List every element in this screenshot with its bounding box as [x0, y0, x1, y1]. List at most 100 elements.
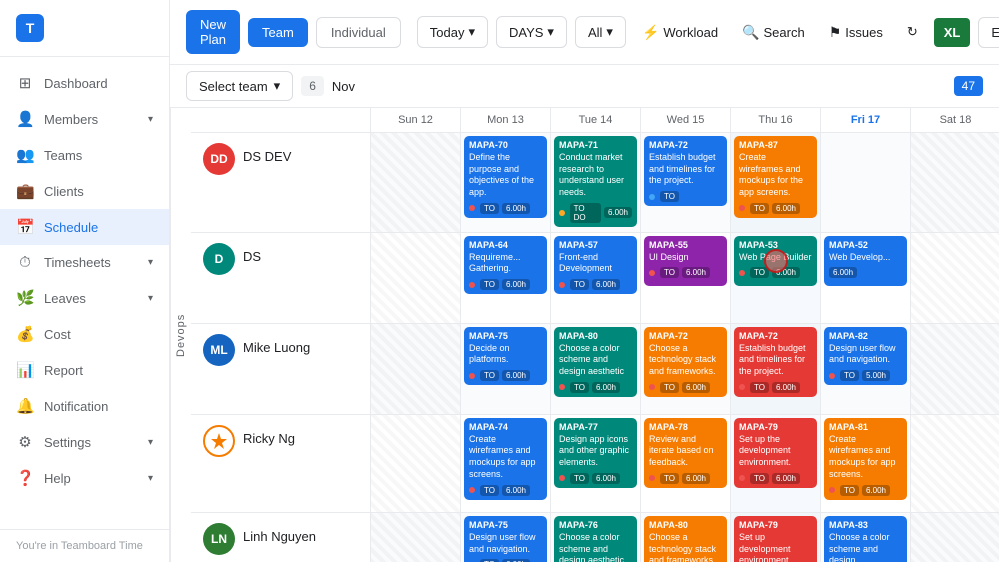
task-title: Choose a color scheme and design aesthet… — [559, 343, 632, 378]
task-card[interactable]: MAPA-72 Establish budget and timelines f… — [734, 327, 817, 397]
today-button[interactable]: Today ▾ — [417, 16, 488, 48]
task-card[interactable]: MAPA-82 Design user flow and navigation.… — [824, 327, 907, 385]
status-indicator — [469, 487, 475, 493]
task-id: MAPA-82 — [829, 331, 902, 341]
task-tag: TO — [750, 473, 769, 484]
chevron-down-icon: ▾ — [606, 24, 613, 40]
grid-cell — [911, 233, 999, 323]
task-card[interactable]: MAPA-79 Set up development environment. … — [734, 516, 817, 562]
sidebar-item-settings[interactable]: ⚙ Settings ▾ — [0, 424, 169, 460]
grid-cell — [371, 415, 461, 512]
export-button[interactable]: Export — [978, 17, 999, 48]
status-indicator — [829, 487, 835, 493]
excel-label: XL — [944, 25, 961, 40]
task-card[interactable]: MAPA-78 Review and iterate based on feed… — [644, 418, 727, 488]
team-button[interactable]: Team — [248, 18, 308, 47]
task-card[interactable]: MAPA-55 UI Design TO 6.00h — [644, 236, 727, 286]
schedule-header: Select team ▾ 6 Nov 47 — [170, 65, 999, 108]
task-time: 6.00h — [502, 203, 530, 214]
task-card[interactable]: MAPA-74 Create wireframes and mockups fo… — [464, 418, 547, 500]
search-button[interactable]: 🔍 Search — [734, 17, 813, 48]
task-title: Web Develop... — [829, 252, 902, 264]
avatar — [203, 425, 235, 457]
cost-icon: 💰 — [16, 325, 34, 343]
chevron-down-icon: ▾ — [148, 437, 153, 448]
sidebar-item-timesheets[interactable]: ⏱ Timesheets ▾ — [0, 245, 169, 280]
sidebar-item-cost[interactable]: 💰 Cost — [0, 316, 169, 352]
grid-cell: MAPA-81 Create wireframes and mockups fo… — [821, 415, 911, 512]
task-card[interactable]: MAPA-77 Design app icons and other graph… — [554, 418, 637, 488]
workload-button[interactable]: ⚡ Workload — [634, 17, 726, 48]
select-team-button[interactable]: Select team ▾ — [186, 71, 293, 101]
grid-cell: MAPA-78 Review and iterate based on feed… — [641, 415, 731, 512]
grid-cell: MAPA-79 Set up the development environme… — [731, 415, 821, 512]
all-filter-button[interactable]: All ▾ — [575, 16, 626, 48]
search-label: Search — [764, 25, 805, 40]
task-card[interactable]: MAPA-80 Choose a color scheme and design… — [554, 327, 637, 397]
sidebar-item-members[interactable]: 👤 Members ▾ — [0, 101, 169, 137]
all-label: All — [588, 25, 602, 40]
task-card[interactable]: MAPA-80 Choose a technology stack and fr… — [644, 516, 727, 562]
task-tag: TO — [480, 485, 499, 496]
excel-button[interactable]: XL — [934, 18, 971, 47]
task-card[interactable]: MAPA-71 Conduct market research to under… — [554, 136, 637, 227]
individual-button[interactable]: Individual — [316, 17, 401, 48]
task-card[interactable]: MAPA-87 Create wireframes and mockups fo… — [734, 136, 817, 218]
task-card[interactable]: MAPA-64 Requireme... Gathering. TO 6.00h — [464, 236, 547, 294]
sidebar-item-dashboard[interactable]: ⊞ Dashboard — [0, 65, 169, 101]
task-card[interactable]: MAPA-75 Decide on platforms. TO 6.00h — [464, 327, 547, 385]
task-card[interactable]: MAPA-76 Choose a color scheme and design… — [554, 516, 637, 562]
task-card[interactable]: MAPA-72 Establish budget and timelines f… — [644, 136, 727, 206]
new-plan-button[interactable]: New Plan — [186, 10, 240, 54]
sidebar-item-help[interactable]: ❓ Help ▾ — [0, 460, 169, 496]
status-indicator — [739, 205, 745, 211]
table-row: Ricky Ng MAPA-74 Create wireframes and m… — [191, 415, 999, 513]
sidebar-item-leaves[interactable]: 🌿 Leaves ▾ — [0, 280, 169, 316]
task-card[interactable]: MAPA-81 Create wireframes and mockups fo… — [824, 418, 907, 500]
task-card[interactable]: MAPA-75 Design user flow and navigation.… — [464, 516, 547, 562]
member-cell-mikeluong: ML Mike Luong — [191, 324, 371, 414]
member-name: Linh Nguyen — [243, 523, 316, 544]
sidebar-label-notification: Notification — [44, 399, 108, 414]
task-time: 6.00h — [502, 279, 530, 290]
task-title: Define the purpose and objectives of the… — [469, 152, 542, 199]
task-card[interactable]: MAPA-79 Set up the development environme… — [734, 418, 817, 488]
task-time: 6.00h — [772, 473, 800, 484]
grid-cell: MAPA-57 Front-end Development TO 6.00h — [551, 233, 641, 323]
task-title: Create wireframes and mockups for app sc… — [829, 434, 902, 481]
col-header-sun12: Sun 12 — [371, 108, 461, 132]
grid-cell: MAPA-74 Create wireframes and mockups fo… — [461, 415, 551, 512]
grid-cell — [911, 133, 999, 232]
task-tag: TO — [570, 279, 589, 290]
sidebar-item-notification[interactable]: 🔔 Notification — [0, 388, 169, 424]
task-tag: TO — [660, 473, 679, 484]
member-col-header — [191, 108, 371, 132]
task-card[interactable]: MAPA-83 Choose a color scheme and design… — [824, 516, 907, 562]
sidebar-item-teams[interactable]: 👥 Teams — [0, 137, 169, 173]
grid-cell: MAPA-87 Create wireframes and mockups fo… — [731, 133, 821, 232]
task-card[interactable]: MAPA-70 Define the purpose and objective… — [464, 136, 547, 218]
sidebar-item-report[interactable]: 📊 Report — [0, 352, 169, 388]
task-title: Design user flow and navigation. — [829, 343, 902, 366]
col-header-fri17: Fri 17 — [821, 108, 911, 132]
refresh-button[interactable]: ↻ — [899, 17, 926, 47]
task-title: Decide on platforms. — [469, 343, 542, 366]
grid-cell: MAPA-83 Choose a color scheme and design… — [821, 513, 911, 562]
sidebar-item-clients[interactable]: 💼 Clients — [0, 173, 169, 209]
task-id: MAPA-79 — [739, 520, 812, 530]
issues-button[interactable]: ⚑ Issues — [821, 17, 891, 48]
workload-label: Workload — [663, 25, 718, 40]
days-button[interactable]: DAYS ▾ — [496, 16, 567, 48]
task-card[interactable]: MAPA-57 Front-end Development TO 6.00h — [554, 236, 637, 294]
col-header-thu16: Thu 16 — [731, 108, 821, 132]
workload-icon: ⚡ — [642, 24, 659, 41]
grid-cell — [371, 133, 461, 232]
task-card[interactable]: MAPA-52 Web Develop... 6.00h — [824, 236, 907, 286]
grid-cell: MAPA-80 Choose a color scheme and design… — [551, 324, 641, 414]
task-time: 6.00h — [772, 382, 800, 393]
chevron-down-icon: ▾ — [468, 24, 475, 40]
chevron-down-icon: ▾ — [547, 24, 554, 40]
task-card[interactable]: MAPA-53 Web Page Builder TO 6.00h — [734, 236, 817, 286]
task-card[interactable]: MAPA-72 Choose a technology stack and fr… — [644, 327, 727, 397]
sidebar-item-schedule[interactable]: 📅 Schedule — [0, 209, 169, 245]
